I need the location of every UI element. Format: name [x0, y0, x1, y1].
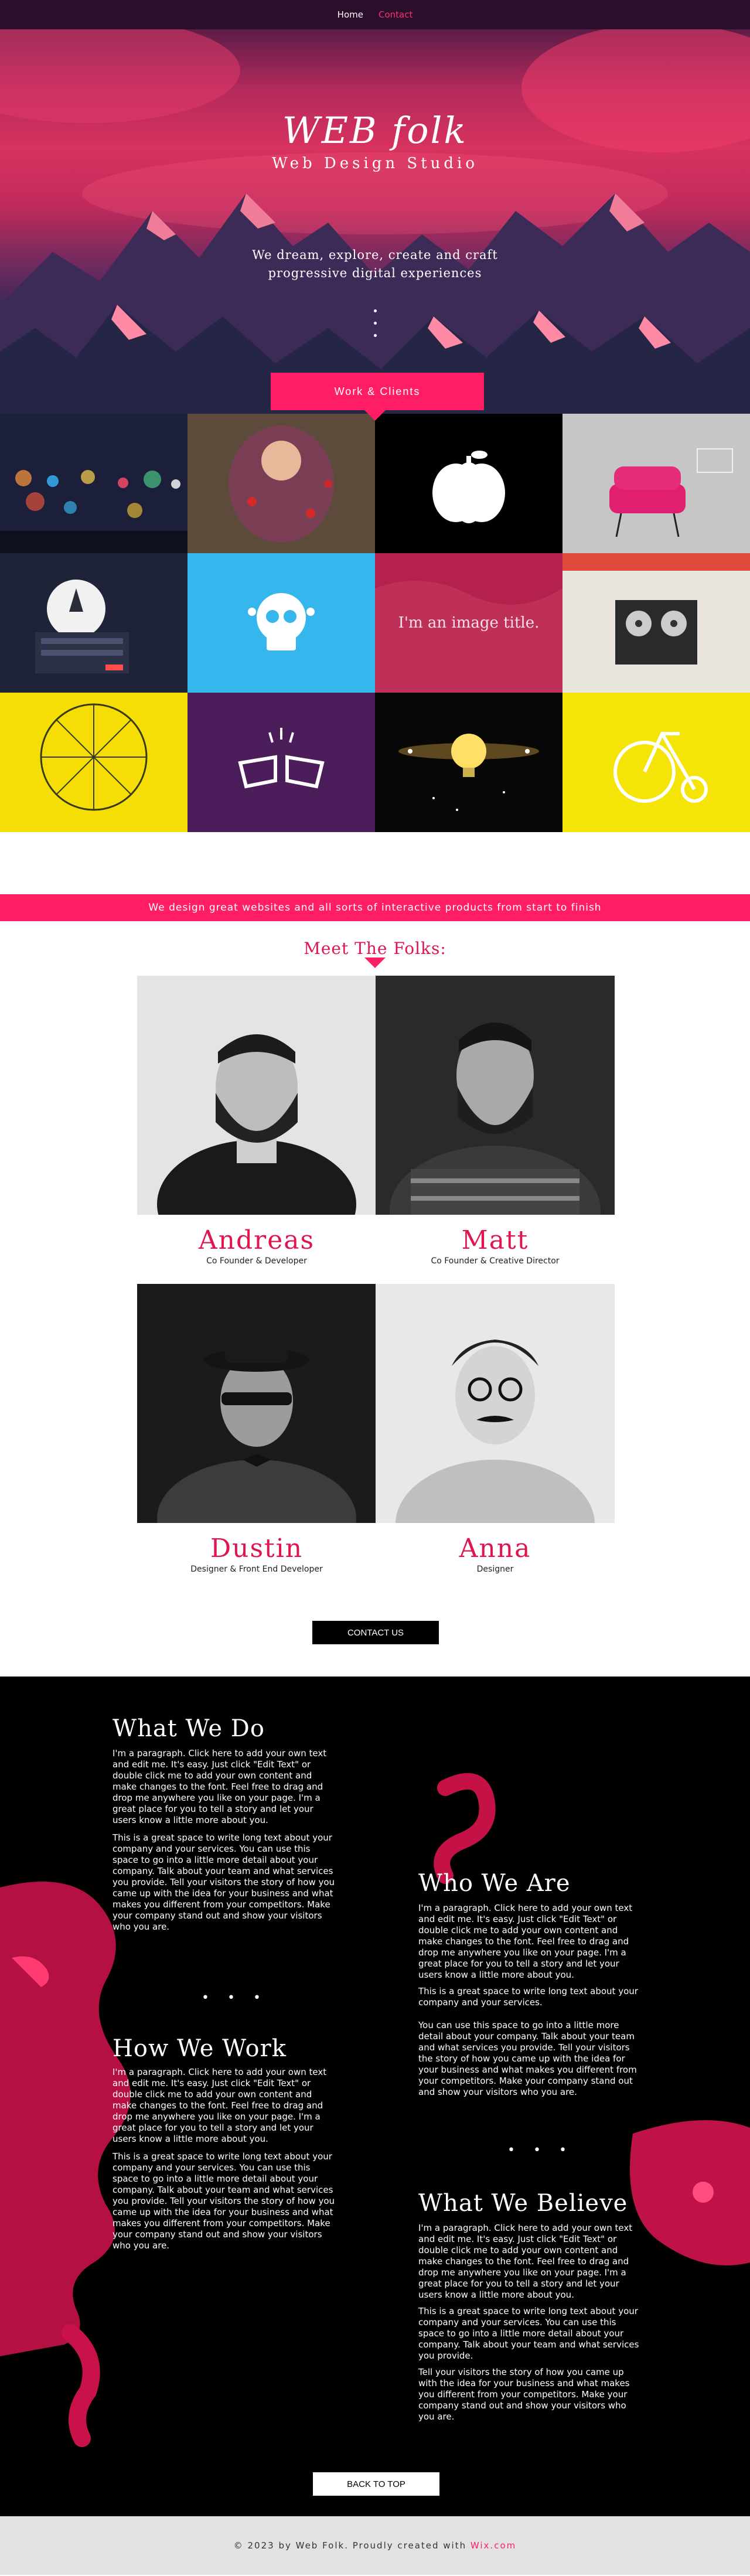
- rocket-webpage-image: [0, 553, 188, 693]
- pumpkin-icon: [375, 414, 562, 553]
- member-role: Co Founder & Developer: [206, 1256, 307, 1266]
- work-clients-button[interactable]: Work & Clients: [271, 373, 484, 410]
- bicycle-icon: [562, 693, 750, 832]
- separator: • • •: [202, 1991, 268, 2005]
- member-name: Andreas: [198, 1225, 315, 1255]
- what-we-do-text: I'm a paragraph. Click here to add your …: [112, 1748, 327, 1825]
- brand-logo: WEB folk: [282, 109, 468, 152]
- separator: • • •: [507, 2143, 574, 2158]
- pink-chair-photo[interactable]: [562, 414, 750, 553]
- rocket-webpage-photo[interactable]: [0, 553, 188, 693]
- tagline-banner: We design great websites and all sorts o…: [0, 894, 750, 921]
- who-we-are-text-2: This is a great space to write long text…: [418, 1986, 638, 2008]
- what-we-believe-text: I'm a paragraph. Click here to add your …: [418, 2223, 633, 2300]
- how-we-work-text: I'm a paragraph. Click here to add your …: [112, 2067, 327, 2144]
- team-title: Meet The Folks:: [304, 939, 446, 958]
- what-we-believe-title: What We Believe: [418, 2190, 628, 2217]
- avatar: [376, 1284, 615, 1523]
- who-we-are-text: I'm a paragraph. Click here to add your …: [418, 1903, 633, 1980]
- tile-caption: I'm an image title.: [398, 614, 540, 632]
- team-member-matt: Matt Co Founder & Creative Director: [376, 976, 615, 1266]
- how-we-work-title: How We Work: [112, 2035, 287, 2062]
- lightbulb-photo[interactable]: [375, 693, 562, 832]
- mountains-illustration: [0, 18, 750, 414]
- angel-wings-tile[interactable]: [188, 693, 375, 832]
- angel-wings-icon: [188, 693, 375, 832]
- team-member-andreas: Andreas Co Founder & Developer: [137, 976, 376, 1266]
- bicycle-tile[interactable]: [562, 693, 750, 832]
- scroll-dots: [374, 309, 377, 346]
- skull-icon: [188, 553, 375, 693]
- tape-recorder-image: [562, 553, 750, 693]
- what-we-believe-text-3: Tell your visitors the story of how you …: [418, 2367, 630, 2422]
- lightbulb-image: [375, 693, 562, 832]
- wix-link[interactable]: Wix.com: [471, 2540, 516, 2551]
- ferris-wheel-photo[interactable]: [0, 693, 188, 832]
- girl-apples-image: [188, 414, 375, 553]
- member-name: Dustin: [210, 1534, 304, 1563]
- skull-tile[interactable]: [188, 553, 375, 693]
- city-lights-photo[interactable]: [0, 414, 188, 553]
- avatar: [376, 976, 615, 1215]
- avatar: [137, 1284, 376, 1523]
- city-lights-image: [0, 414, 188, 553]
- member-name: Matt: [461, 1225, 529, 1255]
- nav-contact[interactable]: Contact: [379, 9, 412, 20]
- tagline-line-2: progressive digital experiences: [268, 266, 482, 280]
- what-we-believe-text-2: This is a great space to write long text…: [418, 2306, 639, 2361]
- top-nav: Home Contact: [0, 0, 750, 29]
- tagline-line-1: We dream, explore, create and craft: [252, 248, 498, 262]
- girl-with-apples-photo[interactable]: [188, 414, 375, 553]
- work-clients-arrow: [364, 410, 386, 421]
- brand-subtitle: Web Design Studio: [271, 155, 479, 172]
- tape-recorder-photo[interactable]: [562, 553, 750, 693]
- what-we-do-title: What We Do: [112, 1715, 265, 1742]
- about-section: What We Do I'm a paragraph. Click here t…: [0, 1677, 750, 2516]
- who-we-are-title: Who We Are: [418, 1870, 571, 1897]
- pumpkin-tile[interactable]: [375, 414, 562, 553]
- image-title-tile[interactable]: I'm an image title.: [375, 553, 562, 693]
- nav-home[interactable]: Home: [338, 9, 363, 20]
- team-section: Andreas Co Founder & Developer Matt Co F…: [0, 958, 750, 1644]
- hero-section: WEB folk Web Design Studio We dream, exp…: [0, 0, 750, 414]
- contact-us-button[interactable]: CONTACT US: [312, 1621, 439, 1644]
- member-name: Anna: [459, 1534, 531, 1563]
- member-role: Designer & Front End Developer: [190, 1565, 323, 1574]
- hero-tagline: We dream, explore, create and craft prog…: [0, 246, 750, 282]
- footer-text: © 2023 by Web Folk. Proudly created with: [233, 2540, 467, 2551]
- footer: © 2023 by Web Folk. Proudly created with…: [0, 2516, 750, 2575]
- pink-chair-image: [562, 414, 750, 553]
- member-role: Designer: [476, 1565, 514, 1574]
- team-member-anna: Anna Designer: [376, 1284, 615, 1574]
- what-we-do-text-2: This is a great space to write long text…: [112, 1832, 335, 1932]
- back-to-top-button[interactable]: BACK TO TOP: [313, 2472, 439, 2496]
- team-member-dustin: Dustin Designer & Front End Developer: [137, 1284, 376, 1574]
- avatar: [137, 976, 376, 1215]
- who-we-are-text-3: You can use this space to go into a litt…: [418, 2020, 637, 2097]
- member-role: Co Founder & Creative Director: [431, 1256, 560, 1266]
- portfolio-gallery: I'm an image title.: [0, 414, 750, 832]
- ferris-wheel-image: [0, 693, 188, 832]
- how-we-work-text-2: This is a great space to write long text…: [112, 2151, 335, 2251]
